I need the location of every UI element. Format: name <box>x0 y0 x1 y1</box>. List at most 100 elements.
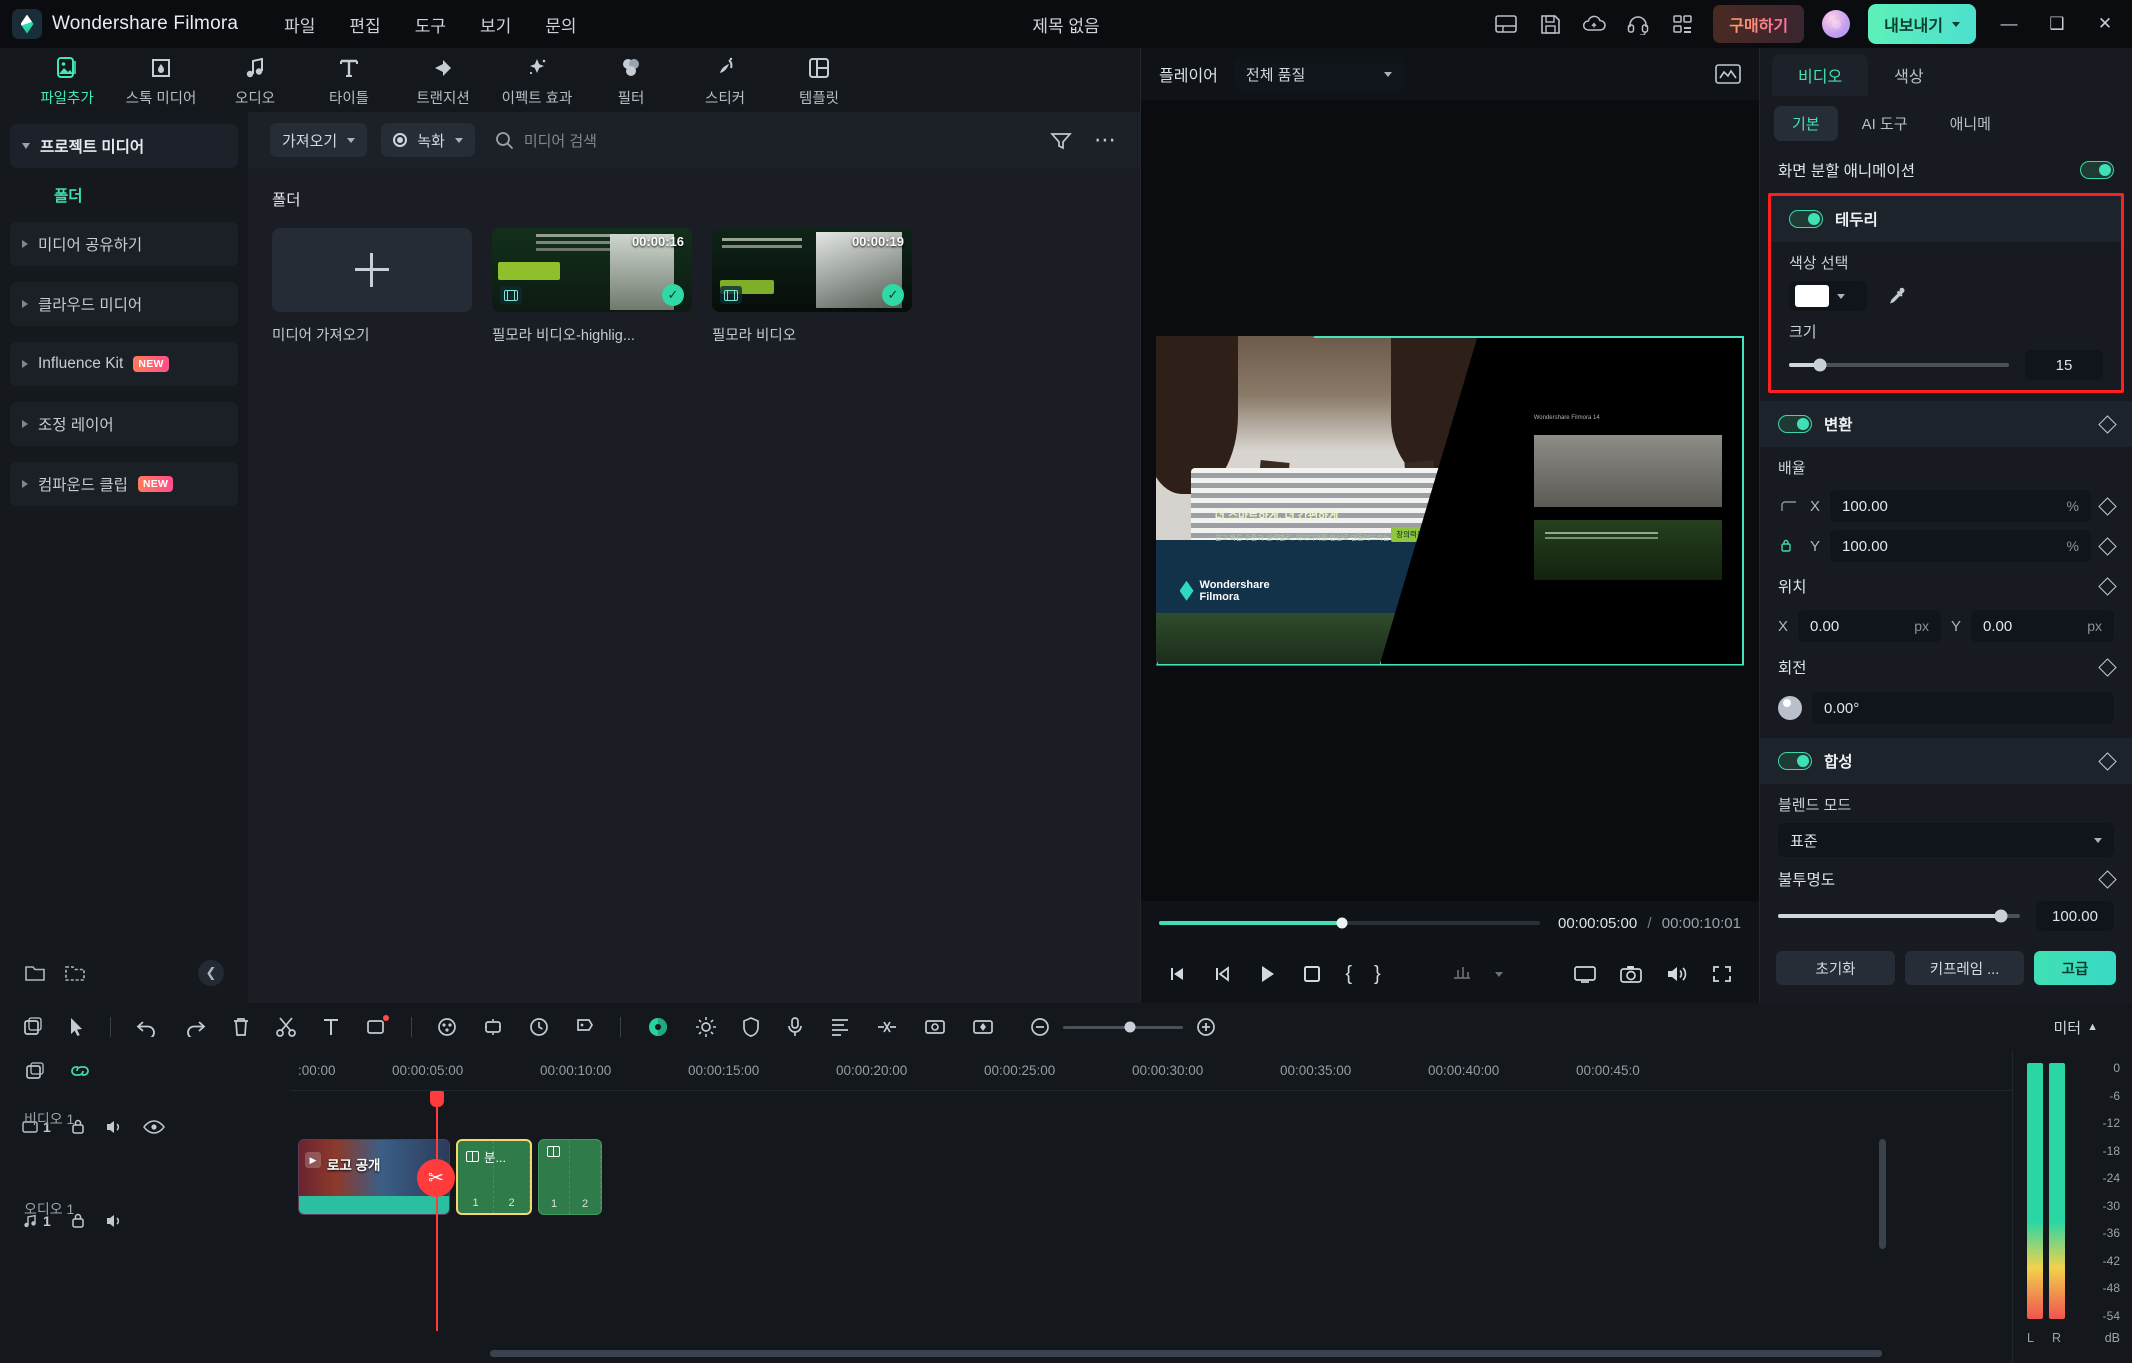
import-media-icon[interactable] <box>22 1016 44 1038</box>
menu-item-tools[interactable]: 도구 <box>415 12 446 37</box>
sidebar-item-project-media[interactable]: 프로젝트 미디어 <box>10 124 238 168</box>
link-icon[interactable] <box>68 1061 92 1081</box>
fullscreen-icon[interactable] <box>1711 964 1733 984</box>
tab-video[interactable]: 비디오 <box>1772 54 1869 96</box>
mark-out-button[interactable]: } <box>1374 963 1381 986</box>
maximize-button[interactable]: ❑ <box>2042 9 2072 39</box>
keyframe-diamond-icon[interactable] <box>2098 496 2117 516</box>
eye-icon[interactable] <box>142 1118 165 1136</box>
sidebar-item-share-media[interactable]: 미디어 공유하기 <box>10 222 238 266</box>
sidebar-item-influence-kit[interactable]: Influence Kit NEW <box>10 342 238 386</box>
border-toggle[interactable] <box>1789 210 1823 228</box>
position-y-input[interactable]: 0.00 px <box>1971 610 2114 642</box>
timeline-clip-split-1[interactable]: 1 2 분... <box>456 1139 532 1215</box>
volume-icon[interactable] <box>1665 964 1689 984</box>
tool-tab-add-file[interactable]: 파일추가 <box>20 53 114 108</box>
keyframe-diamond-icon[interactable] <box>2098 657 2117 677</box>
screen-cast-icon[interactable] <box>1573 964 1597 984</box>
crop-icon[interactable] <box>365 1015 389 1038</box>
step-back-button[interactable] <box>1211 964 1233 984</box>
search-input[interactable]: 미디어 검색 <box>495 130 597 151</box>
mark-in-button[interactable]: { <box>1345 963 1352 986</box>
sidebar-item-compound-clip[interactable]: 컴파운드 클립 NEW <box>10 462 238 506</box>
border-size-slider[interactable] <box>1789 358 2009 372</box>
record-dropdown[interactable]: 녹화 <box>381 123 475 157</box>
layer-icon[interactable] <box>24 1060 46 1082</box>
tool-tab-titles[interactable]: 타이틀 <box>302 53 396 108</box>
segment-ai-tools[interactable]: AI 도구 <box>1844 106 1926 141</box>
avatar[interactable] <box>1822 10 1851 38</box>
new-folder-icon[interactable] <box>24 963 46 983</box>
playback-scrubber[interactable] <box>1159 917 1540 929</box>
menu-item-contact[interactable]: 문의 <box>545 12 576 37</box>
sidebar-folder-label[interactable]: 폴더 <box>10 184 238 222</box>
playhead[interactable] <box>430 1091 444 1331</box>
reset-button[interactable]: 초기화 <box>1776 951 1895 985</box>
rotation-dial[interactable] <box>1778 696 1802 720</box>
menu-item-view[interactable]: 보기 <box>480 12 511 37</box>
transform-header[interactable]: 변환 <box>1760 401 2132 447</box>
sidebar-item-adjustment-layer[interactable]: 조정 레이어 <box>10 402 238 446</box>
quality-dropdown[interactable]: 전체 품질 <box>1233 57 1404 91</box>
media-item-video-2[interactable]: 00:00:19 ✓ 필모라 비디오 <box>712 228 912 345</box>
composite-header[interactable]: 합성 <box>1760 738 2132 784</box>
tool-tab-sticker[interactable]: 스티커 <box>678 53 772 108</box>
grid-apps-icon[interactable] <box>1669 11 1695 37</box>
border-color-dropdown[interactable] <box>1789 281 1867 311</box>
pointer-icon[interactable] <box>68 1016 86 1038</box>
video-canvas[interactable]: 더 스마트하게, 더 간편하게 쉽고 빠른 수준과 실력별로, 아이디어를 현실… <box>1156 335 1744 666</box>
more-options-icon[interactable]: ⋯ <box>1094 127 1118 153</box>
timeline-vertical-scrollbar[interactable] <box>1879 1139 1886 1249</box>
keyframe-diamond-icon[interactable] <box>2098 414 2117 434</box>
color-wheel-icon[interactable] <box>645 1014 671 1040</box>
export-button[interactable]: 내보내기 <box>1868 4 1976 44</box>
audio-meter-header[interactable]: 미터 ▲ <box>2054 1017 2111 1038</box>
split-scissors-icon[interactable] <box>275 1016 297 1038</box>
split-screen-animation-toggle[interactable] <box>2080 161 2114 179</box>
text-icon[interactable] <box>321 1016 341 1038</box>
filter-sort-icon[interactable] <box>1050 130 1072 150</box>
keyframe-diamond-icon[interactable] <box>2098 751 2117 771</box>
rotation-input[interactable]: 0.00° <box>1812 692 2114 724</box>
zoom-out-icon[interactable] <box>1029 1016 1051 1038</box>
tool-tab-transition[interactable]: 트랜지션 <box>396 53 490 108</box>
tool-tab-stock-media[interactable]: 스톡 미디어 <box>114 53 208 108</box>
save-icon[interactable] <box>1537 11 1563 37</box>
motion-tracking-icon[interactable] <box>923 1016 947 1038</box>
media-thumbnail[interactable]: 00:00:19 ✓ <box>712 228 912 312</box>
mic-icon[interactable] <box>785 1016 805 1038</box>
media-thumbnail[interactable]: 00:00:16 ✓ <box>492 228 692 312</box>
media-item-video-1[interactable]: 00:00:16 ✓ 필모라 비디오-highlig... <box>492 228 692 345</box>
composite-toggle[interactable] <box>1778 752 1812 770</box>
undo-icon[interactable] <box>135 1017 159 1037</box>
import-media-tile[interactable] <box>272 228 472 312</box>
close-button[interactable]: ✕ <box>2090 9 2120 39</box>
advanced-button[interactable]: 고급 <box>2034 951 2116 985</box>
layout-icon[interactable] <box>1493 11 1519 37</box>
eyedropper-icon[interactable] <box>1885 285 1907 307</box>
timeline-ruler[interactable]: :00:00 00:00:05:00 00:00:10:00 00:00:15:… <box>290 1051 2012 1091</box>
collapse-icon[interactable]: ❮ <box>198 960 224 986</box>
zoom-in-icon[interactable] <box>1195 1016 1217 1038</box>
adjust-icon[interactable] <box>695 1016 717 1038</box>
split-scissors-icon[interactable]: ✂ <box>417 1159 455 1197</box>
blend-mode-dropdown[interactable]: 표준 <box>1778 823 2114 857</box>
shield-icon[interactable] <box>741 1016 761 1038</box>
scale-y-input[interactable]: 100.00 % <box>1830 530 2091 562</box>
tool-tab-audio[interactable]: 오디오 <box>208 53 302 108</box>
import-dropdown[interactable]: 가져오기 <box>270 123 368 157</box>
redo-icon[interactable] <box>183 1017 207 1037</box>
sidebar-item-cloud-media[interactable]: 클라우드 미디어 <box>10 282 238 326</box>
segment-animation[interactable]: 애니메 <box>1932 106 2009 141</box>
snapshot-camera-icon[interactable] <box>1619 964 1643 984</box>
tool-tab-filter[interactable]: 필터 <box>584 53 678 108</box>
color-match-icon[interactable] <box>436 1016 458 1038</box>
keyframe-diamond-icon[interactable] <box>2098 576 2117 596</box>
track-header-audio-1[interactable]: 1 오디오 1 <box>0 1185 290 1257</box>
mute-icon[interactable] <box>105 1118 125 1136</box>
timeline-clip-split-2[interactable]: 12 <box>538 1139 602 1215</box>
marker-icon[interactable] <box>574 1016 596 1038</box>
minimize-button[interactable]: — <box>1994 9 2024 39</box>
keyframe-button[interactable]: 키프레임 ... <box>1905 951 2024 985</box>
track-header-video-1[interactable]: 1 비디오 1 <box>0 1091 290 1163</box>
